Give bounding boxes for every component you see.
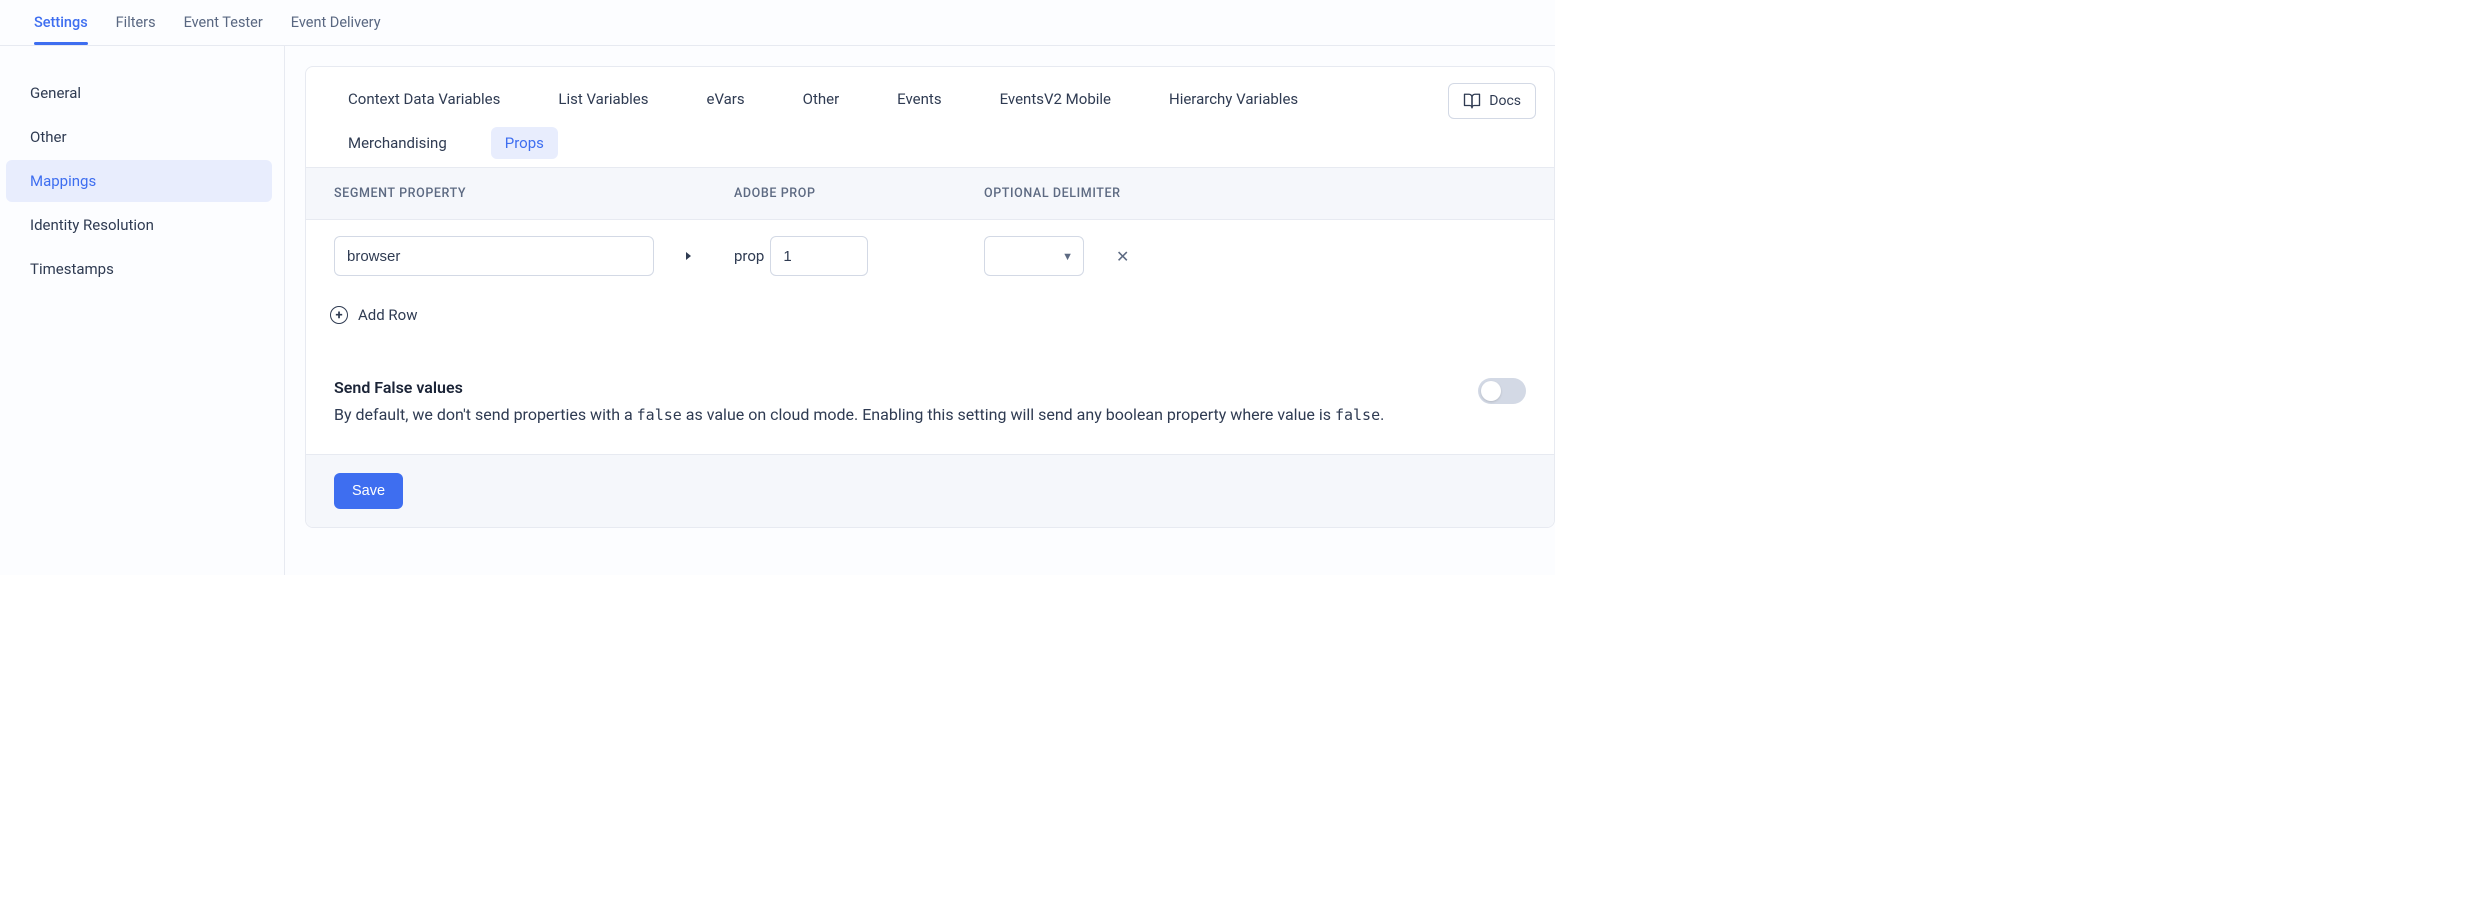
tab-filters[interactable]: Filters: [116, 1, 156, 44]
delete-row-button[interactable]: ✕: [1116, 247, 1129, 266]
docs-button[interactable]: Docs: [1448, 83, 1536, 119]
chip-context-data-variables[interactable]: Context Data Variables: [334, 83, 514, 115]
prop-number-input[interactable]: [770, 236, 868, 276]
book-icon: [1463, 92, 1481, 110]
send-false-description: By default, we don't send properties wit…: [334, 403, 1384, 428]
plus-circle-icon: +: [330, 306, 348, 324]
mappings-panel: Context Data Variables List Variables eV…: [305, 66, 1555, 528]
docs-label: Docs: [1489, 93, 1521, 109]
chip-events[interactable]: Events: [883, 83, 955, 115]
top-tabs: Settings Filters Event Tester Event Deli…: [0, 0, 1555, 46]
col-segment-property: SEGMENT PROPERTY: [334, 186, 734, 201]
chip-hierarchy-variables[interactable]: Hierarchy Variables: [1155, 83, 1312, 115]
sidebar-item-mappings[interactable]: Mappings: [6, 160, 272, 202]
delimiter-select[interactable]: ▼: [984, 236, 1084, 276]
send-false-section: Send False values By default, we don't s…: [306, 348, 1554, 454]
prop-prefix-label: prop: [734, 247, 764, 265]
sidebar-item-other[interactable]: Other: [6, 116, 272, 158]
send-false-toggle[interactable]: [1478, 378, 1526, 404]
chevron-down-icon: ▼: [1062, 250, 1073, 263]
chip-merchandising[interactable]: Merchandising: [334, 127, 461, 159]
segment-property-input[interactable]: [334, 236, 654, 276]
mapping-row: prop ▼ ✕: [306, 220, 1554, 292]
mapping-type-tabs: Context Data Variables List Variables eV…: [334, 83, 1364, 159]
panel-footer: Save: [306, 454, 1554, 527]
arrow-icon: [685, 251, 693, 261]
send-false-title: Send False values: [334, 378, 1384, 397]
add-row-button[interactable]: + Add Row: [306, 292, 1554, 348]
tab-settings[interactable]: Settings: [34, 1, 88, 44]
sidebar: General Other Mappings Identity Resoluti…: [0, 46, 285, 575]
sidebar-item-identity-resolution[interactable]: Identity Resolution: [6, 204, 272, 246]
sidebar-item-timestamps[interactable]: Timestamps: [6, 248, 272, 290]
chip-other[interactable]: Other: [789, 83, 854, 115]
tab-event-delivery[interactable]: Event Delivery: [291, 1, 381, 44]
tab-event-tester[interactable]: Event Tester: [184, 1, 263, 44]
save-button[interactable]: Save: [334, 473, 403, 509]
col-optional-delimiter: OPTIONAL DELIMITER: [984, 186, 1164, 201]
chip-eventsv2-mobile[interactable]: EventsV2 Mobile: [986, 83, 1125, 115]
chip-evars[interactable]: eVars: [692, 83, 758, 115]
chip-props[interactable]: Props: [491, 127, 558, 159]
chip-list-variables[interactable]: List Variables: [544, 83, 662, 115]
col-adobe-prop: ADOBE PROP: [734, 186, 984, 201]
sidebar-item-general[interactable]: General: [6, 72, 272, 114]
add-row-label: Add Row: [358, 306, 418, 324]
mappings-columns: SEGMENT PROPERTY ADOBE PROP OPTIONAL DEL…: [306, 167, 1554, 220]
